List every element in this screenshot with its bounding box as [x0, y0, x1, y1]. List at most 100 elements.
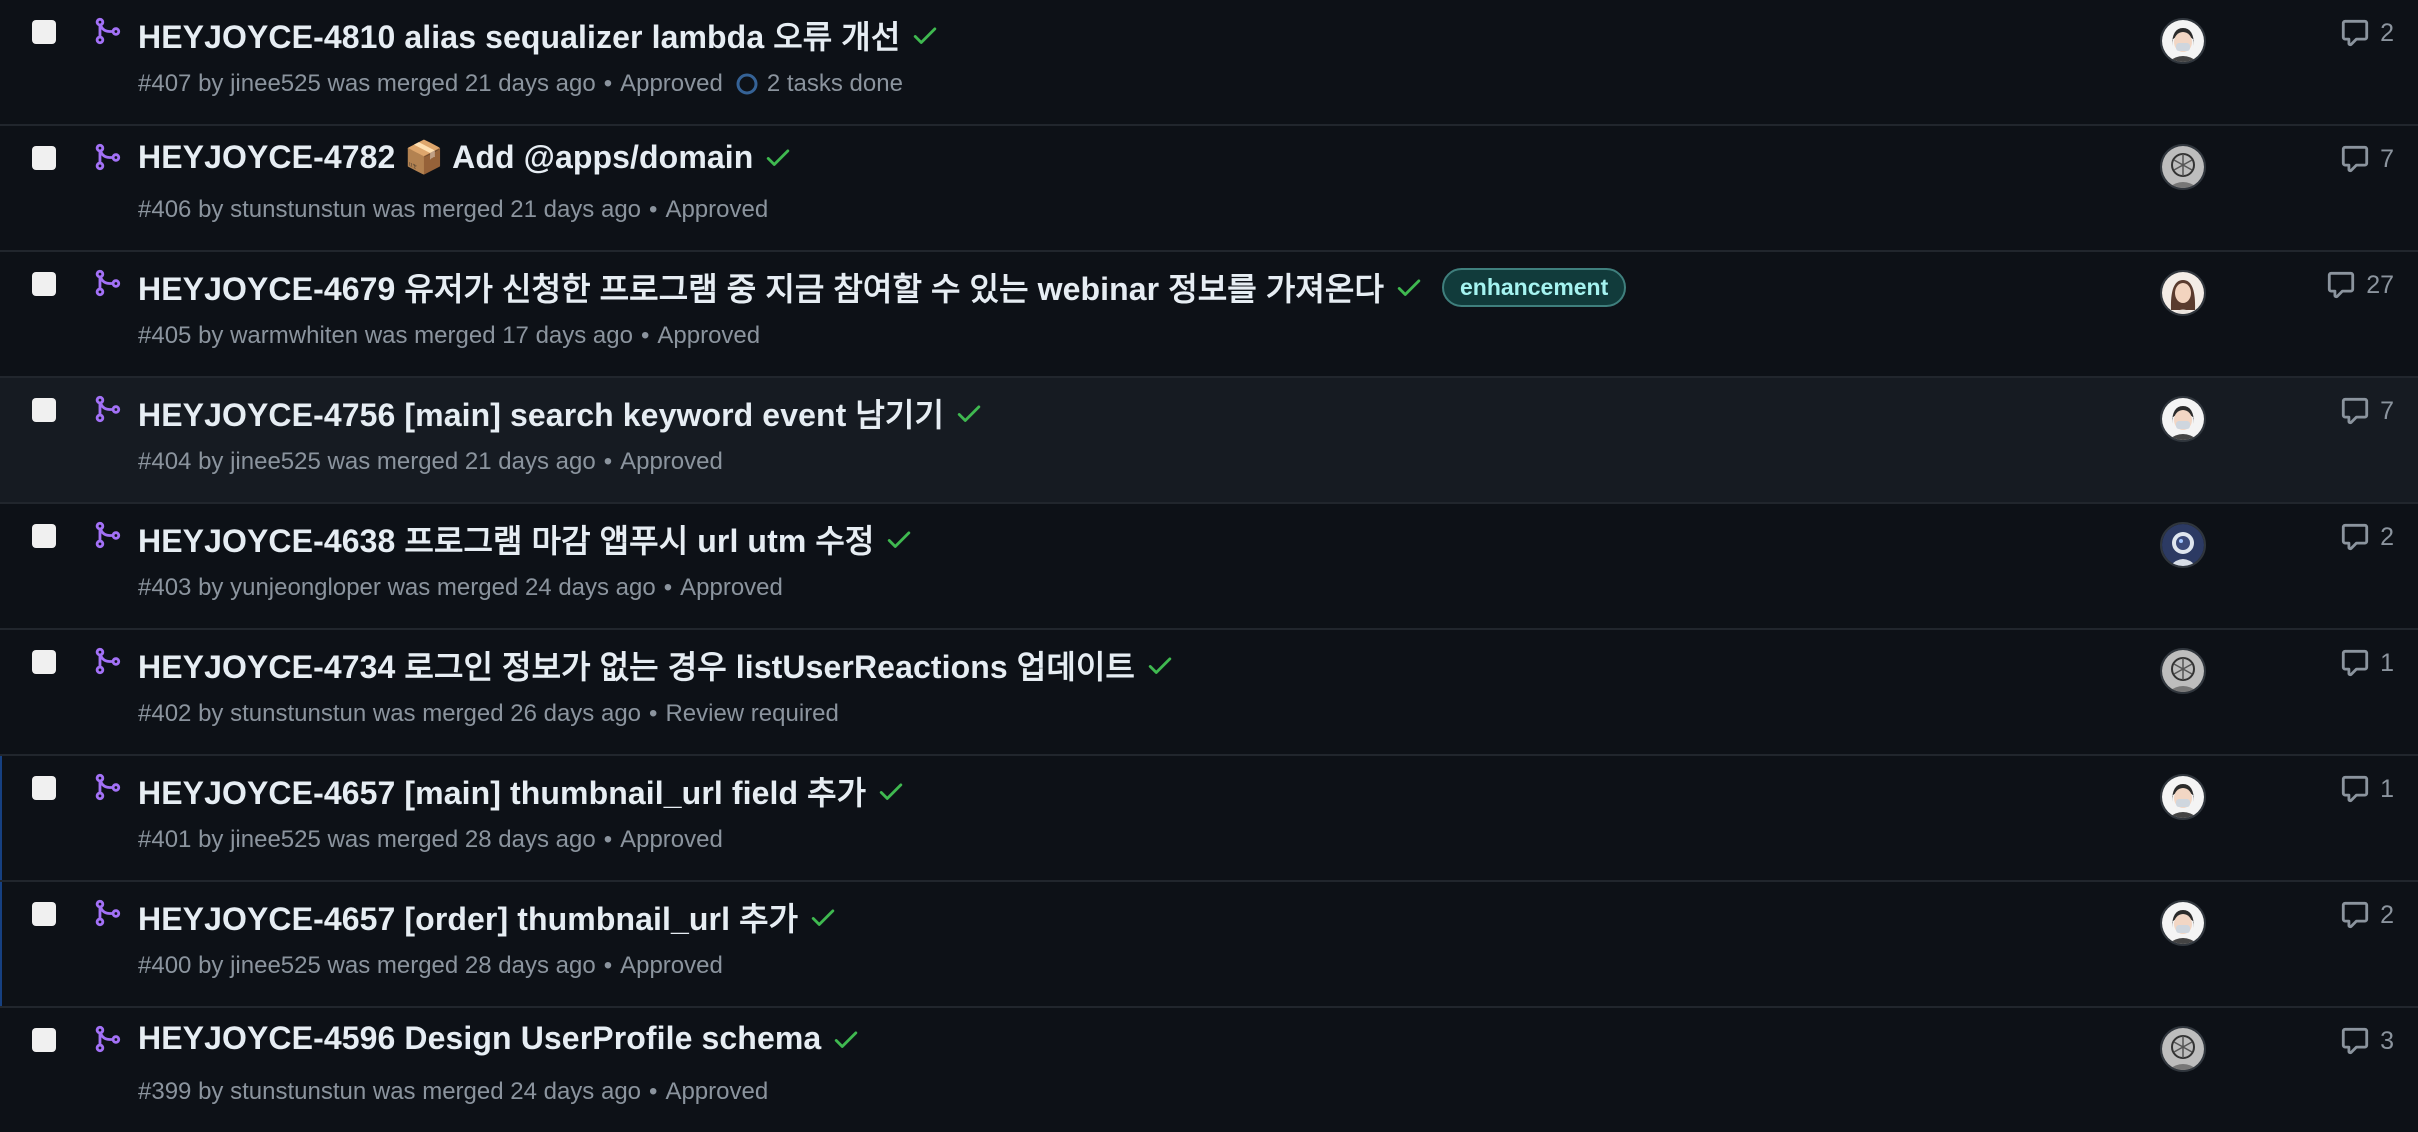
- pull-request-row[interactable]: HEYJOYCE-4734 로그인 정보가 없는 경우 listUserReac…: [0, 630, 2418, 756]
- pull-request-meta: #400 by jinee525 was merged 28 days ago …: [138, 952, 723, 980]
- comment-count-link[interactable]: 2: [2340, 18, 2394, 48]
- author-link[interactable]: jinee525: [230, 952, 321, 980]
- select-checkbox[interactable]: [32, 398, 56, 422]
- by-text: by: [198, 952, 224, 979]
- author-link[interactable]: jinee525: [230, 826, 321, 854]
- check-icon[interactable]: [1145, 650, 1175, 680]
- pull-request-title[interactable]: HEYJOYCE-4679 유저가 신청한 프로그램 중 지금 참여할 수 있는…: [138, 264, 1384, 310]
- check-icon[interactable]: [884, 524, 914, 554]
- author-link[interactable]: stunstunstun: [230, 196, 366, 224]
- pull-request-row[interactable]: HEYJOYCE-4679 유저가 신청한 프로그램 중 지금 참여할 수 있는…: [0, 252, 2418, 378]
- review-status[interactable]: Approved: [657, 322, 760, 350]
- comment-count: 2: [2380, 900, 2394, 929]
- comment-icon: [2328, 271, 2355, 299]
- pull-request-title[interactable]: HEYJOYCE-4756 [main] search keyword even…: [138, 390, 944, 436]
- pull-request-title[interactable]: HEYJOYCE-4657 [order] thumbnail_url 추가: [138, 894, 798, 940]
- bullet: •: [640, 322, 650, 349]
- label-badge[interactable]: enhancement: [1442, 267, 1627, 307]
- comment-icon: [2341, 775, 2369, 803]
- select-checkbox[interactable]: [32, 776, 56, 800]
- check-icon[interactable]: [954, 398, 984, 428]
- select-checkbox[interactable]: [32, 1028, 56, 1052]
- git-merge-icon: [95, 395, 121, 423]
- check-icon[interactable]: [831, 1024, 861, 1054]
- assignee-avatar[interactable]: [2160, 144, 2206, 190]
- comment-count-link[interactable]: 1: [2340, 648, 2394, 678]
- assignee-avatar[interactable]: [2160, 774, 2206, 820]
- pull-request-title[interactable]: HEYJOYCE-4657 [main] thumbnail_url field…: [138, 768, 866, 814]
- check-icon[interactable]: [910, 20, 940, 50]
- review-status[interactable]: Approved: [620, 448, 723, 476]
- comment-count-link[interactable]: 3: [2340, 1026, 2394, 1056]
- comment-count-link[interactable]: 7: [2340, 144, 2394, 174]
- assignee-avatar[interactable]: [2160, 18, 2206, 64]
- review-status[interactable]: Approved: [665, 1078, 768, 1106]
- select-checkbox[interactable]: [32, 272, 56, 296]
- assignee-avatar[interactable]: [2160, 900, 2206, 946]
- comment-count: 2: [2380, 522, 2394, 551]
- pull-request-title[interactable]: HEYJOYCE-4596 Design UserProfile schema: [138, 1020, 821, 1057]
- merged-time: was merged 28 days ago: [327, 826, 596, 853]
- task-progress[interactable]: 2 tasks done: [735, 70, 903, 98]
- author-link[interactable]: stunstunstun: [230, 1078, 366, 1106]
- pull-request-row[interactable]: HEYJOYCE-4657 [main] thumbnail_url field…: [0, 756, 2418, 882]
- pull-request-title[interactable]: HEYJOYCE-4782 📦 Add @apps/domain: [138, 138, 753, 176]
- comment-count-link[interactable]: 2: [2340, 522, 2394, 552]
- comment-count-link[interactable]: 1: [2340, 774, 2394, 804]
- pull-request-number: #407: [138, 70, 192, 97]
- pull-request-meta: #407 by jinee525 was merged 21 days ago …: [138, 70, 903, 98]
- avatar-sketch-icon: [2162, 1028, 2204, 1070]
- assignee-avatar[interactable]: [2160, 396, 2206, 442]
- row-focus-accent: [0, 882, 2, 1006]
- assignee-avatar[interactable]: [2160, 648, 2206, 694]
- comment-count: 1: [2380, 648, 2394, 677]
- comment-count-link[interactable]: 2: [2340, 900, 2394, 930]
- author-link[interactable]: warmwhiten: [230, 322, 358, 350]
- comment-icon: [2341, 19, 2369, 47]
- comment-count-link[interactable]: 27: [2326, 270, 2394, 300]
- select-checkbox[interactable]: [32, 524, 56, 548]
- check-icon[interactable]: [808, 902, 838, 932]
- review-status[interactable]: Approved: [620, 826, 723, 854]
- select-checkbox[interactable]: [32, 650, 56, 674]
- review-status[interactable]: Review required: [665, 700, 838, 728]
- review-status[interactable]: Approved: [620, 70, 723, 98]
- bullet: •: [649, 1078, 658, 1105]
- check-icon[interactable]: [876, 776, 906, 806]
- review-status[interactable]: Approved: [665, 196, 768, 224]
- check-icon[interactable]: [1394, 272, 1424, 302]
- merged-time: was merged 21 days ago: [327, 70, 596, 97]
- assignee-avatar[interactable]: [2160, 1026, 2206, 1072]
- pull-request-row[interactable]: HEYJOYCE-4638 프로그램 마감 앱푸시 url utm 수정 #40…: [0, 504, 2418, 630]
- select-checkbox[interactable]: [32, 902, 56, 926]
- check-icon[interactable]: [763, 142, 793, 172]
- review-status[interactable]: Approved: [680, 574, 783, 602]
- comment-icon: [2341, 1027, 2369, 1055]
- author-link[interactable]: yunjeongloper: [230, 574, 381, 602]
- git-merge-icon: [95, 269, 121, 297]
- merged-time: was merged 21 days ago: [372, 196, 642, 223]
- select-checkbox[interactable]: [32, 146, 56, 170]
- comment-icon: [2341, 649, 2369, 677]
- comment-count-link[interactable]: 7: [2340, 396, 2394, 426]
- pull-request-meta: #406 by stunstunstun was merged 21 days …: [138, 196, 768, 224]
- by-text: by: [198, 1078, 224, 1105]
- review-status[interactable]: Approved: [620, 952, 723, 980]
- avatar-girl-icon: [2162, 272, 2204, 314]
- author-link[interactable]: jinee525: [230, 70, 321, 98]
- author-link[interactable]: stunstunstun: [230, 700, 366, 728]
- pull-request-row[interactable]: HEYJOYCE-4782 📦 Add @apps/domain #406 by…: [0, 126, 2418, 252]
- pull-request-title[interactable]: HEYJOYCE-4810 alias sequalizer lambda 오류…: [138, 12, 900, 58]
- bullet: •: [663, 574, 673, 601]
- pull-request-row[interactable]: HEYJOYCE-4596 Design UserProfile schema …: [0, 1008, 2418, 1132]
- assignee-avatar[interactable]: [2160, 522, 2206, 568]
- select-checkbox[interactable]: [32, 20, 56, 44]
- author-link[interactable]: jinee525: [230, 448, 321, 476]
- pull-request-row[interactable]: HEYJOYCE-4657 [order] thumbnail_url 추가 #…: [0, 882, 2418, 1008]
- assignee-avatar[interactable]: [2160, 270, 2206, 316]
- pull-request-row[interactable]: HEYJOYCE-4810 alias sequalizer lambda 오류…: [0, 0, 2418, 126]
- pull-request-title[interactable]: HEYJOYCE-4734 로그인 정보가 없는 경우 listUserReac…: [138, 642, 1135, 688]
- pull-request-row[interactable]: HEYJOYCE-4756 [main] search keyword even…: [0, 378, 2418, 504]
- pull-request-title[interactable]: HEYJOYCE-4638 프로그램 마감 앱푸시 url utm 수정: [138, 516, 874, 562]
- comment-count: 7: [2380, 144, 2394, 173]
